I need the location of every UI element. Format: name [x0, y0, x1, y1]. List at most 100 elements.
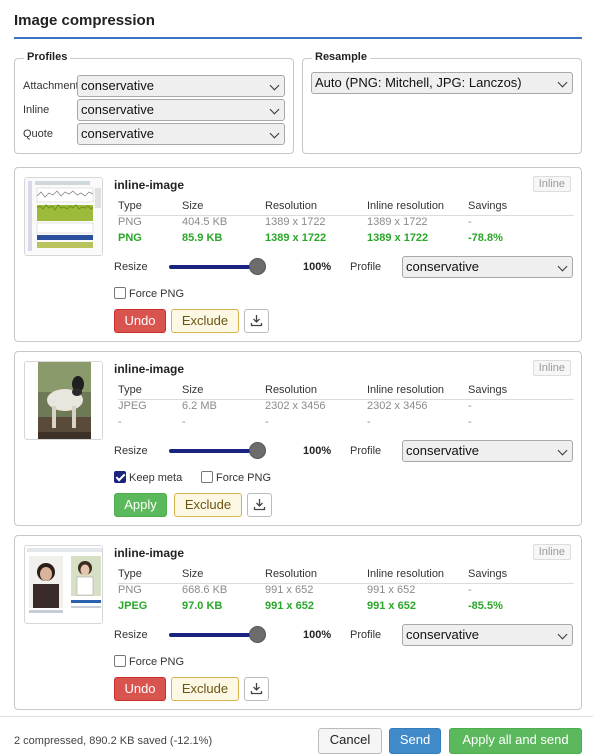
table-cell: - [367, 416, 371, 428]
col-type: Type [118, 568, 142, 580]
details-table: Type Size Resolution Inline resolution S… [118, 568, 574, 616]
details-table: Type Size Resolution Inline resolution S… [118, 384, 574, 432]
inline-profile-select[interactable]: conservative [77, 99, 285, 121]
resample-select[interactable]: Auto (PNG: Mitchell, JPG: Lanczos) [311, 72, 573, 94]
table-cell: 991 x 652 [265, 584, 314, 596]
col-resolution: Resolution [265, 568, 317, 580]
apply-all-and-send-button[interactable]: Apply all and send [449, 728, 582, 754]
image-profile-select[interactable]: conservative [402, 440, 573, 462]
download-button[interactable] [244, 677, 269, 701]
table-cell: 1389 x 1722 [265, 232, 327, 244]
exclude-button[interactable]: Exclude [174, 493, 242, 517]
checkbox-box[interactable] [114, 655, 126, 667]
resize-label: Resize [114, 445, 148, 457]
thumbnail-image [25, 546, 102, 623]
undo-button[interactable]: Undo [114, 309, 166, 333]
table-cell: 991 x 652 [367, 584, 416, 596]
send-button[interactable]: Send [389, 728, 441, 754]
force-png-checkbox[interactable]: Force PNG [201, 471, 271, 484]
exclude-button[interactable]: Exclude [171, 677, 239, 701]
table-cell: PNG [118, 232, 142, 244]
resize-slider-handle[interactable] [249, 258, 266, 275]
status-text: 2 compressed, 890.2 KB saved (-12.1%) [14, 735, 213, 747]
table-cell: 97.0 KB [182, 600, 223, 612]
download-button[interactable] [244, 309, 269, 333]
table-cell: 991 x 652 [367, 600, 416, 612]
resize-slider[interactable] [169, 449, 257, 453]
inline-badge: Inline [532, 360, 571, 376]
apply-button[interactable]: Apply [114, 493, 167, 517]
chevron-down-icon [557, 77, 568, 88]
card-title: inline-image [114, 178, 185, 192]
image-card: inline-image Inline Type Size Resolution… [14, 535, 582, 710]
col-type: Type [118, 384, 142, 396]
table-cell: 991 x 652 [265, 600, 314, 612]
table-cell: 1389 x 1722 [265, 216, 326, 228]
attachment-profile-select[interactable]: conservative [77, 75, 285, 97]
image-profile-value: conservative [406, 443, 479, 458]
chevron-down-icon [269, 104, 280, 115]
chevron-down-icon [557, 445, 568, 456]
chevron-down-icon [557, 261, 568, 272]
table-row-original: JPEG 6.2 MB 2302 x 3456 2302 x 3456 - [118, 400, 574, 416]
table-row-compressed: JPEG 97.0 KB 991 x 652 991 x 652 -85.5% [118, 600, 574, 616]
table-cell: -78.8% [468, 232, 503, 244]
table-cell: 85.9 KB [182, 232, 223, 244]
force-png-label: Force PNG [129, 656, 185, 668]
table-cell: - [468, 216, 472, 228]
table-cell: 2302 x 3456 [265, 400, 326, 412]
title-rule [14, 37, 582, 39]
card-title: inline-image [114, 362, 185, 376]
resample-value: Auto (PNG: Mitchell, JPG: Lanczos) [315, 75, 522, 90]
resize-slider[interactable] [169, 633, 257, 637]
col-inline-resolution: Inline resolution [367, 384, 445, 396]
col-type: Type [118, 200, 142, 212]
table-header-row: Type Size Resolution Inline resolution S… [118, 568, 574, 584]
profile-label: Profile [350, 629, 382, 641]
download-icon [253, 499, 266, 511]
force-png-checkbox[interactable]: Force PNG [114, 287, 184, 300]
table-cell: 6.2 MB [182, 400, 217, 412]
image-thumbnail[interactable] [24, 361, 103, 440]
resize-slider-handle[interactable] [249, 442, 266, 459]
image-thumbnail[interactable] [24, 177, 103, 256]
image-thumbnail[interactable] [24, 545, 103, 624]
table-header-row: Type Size Resolution Inline resolution S… [118, 200, 574, 216]
col-resolution: Resolution [265, 200, 317, 212]
force-png-checkbox[interactable]: Force PNG [114, 655, 184, 668]
chevron-down-icon [557, 629, 568, 640]
cancel-button[interactable]: Cancel [318, 728, 382, 754]
profiles-panel: Profiles Attachment conservative Inline … [14, 51, 294, 154]
resize-slider-handle[interactable] [249, 626, 266, 643]
profile-label: Profile [350, 261, 382, 273]
card-title: inline-image [114, 546, 185, 560]
table-cell: 2302 x 3456 [367, 400, 428, 412]
col-inline-resolution: Inline resolution [367, 200, 445, 212]
checkbox-box[interactable] [201, 471, 213, 483]
exclude-button[interactable]: Exclude [171, 309, 239, 333]
table-cell: PNG [118, 216, 142, 228]
quote-profile-select[interactable]: conservative [77, 123, 285, 145]
chevron-down-icon [269, 128, 280, 139]
col-savings: Savings [468, 568, 508, 580]
undo-button[interactable]: Undo [114, 677, 166, 701]
resize-slider[interactable] [169, 265, 257, 269]
table-cell: - [182, 416, 186, 428]
resize-percent: 100% [303, 261, 332, 273]
table-cell: 1389 x 1722 [367, 216, 428, 228]
checkbox-box[interactable] [114, 287, 126, 299]
image-profile-select[interactable]: conservative [402, 624, 573, 646]
resample-legend: Resample [312, 51, 370, 63]
table-cell: 668.6 KB [182, 584, 228, 596]
checkbox-box[interactable] [114, 471, 126, 483]
profiles-legend: Profiles [24, 51, 71, 63]
inline-profile-value: conservative [81, 102, 154, 117]
image-profile-select[interactable]: conservative [402, 256, 573, 278]
dialog-title: Image compression [14, 12, 155, 29]
quote-profile-value: conservative [81, 126, 154, 141]
table-cell: PNG [118, 584, 142, 596]
keep-meta-checkbox[interactable]: Keep meta [114, 471, 182, 484]
table-row-compressed: - - - - - [118, 416, 574, 432]
download-button[interactable] [247, 493, 272, 517]
image-card: inline-image Inline Type Size Resolution… [14, 167, 582, 342]
